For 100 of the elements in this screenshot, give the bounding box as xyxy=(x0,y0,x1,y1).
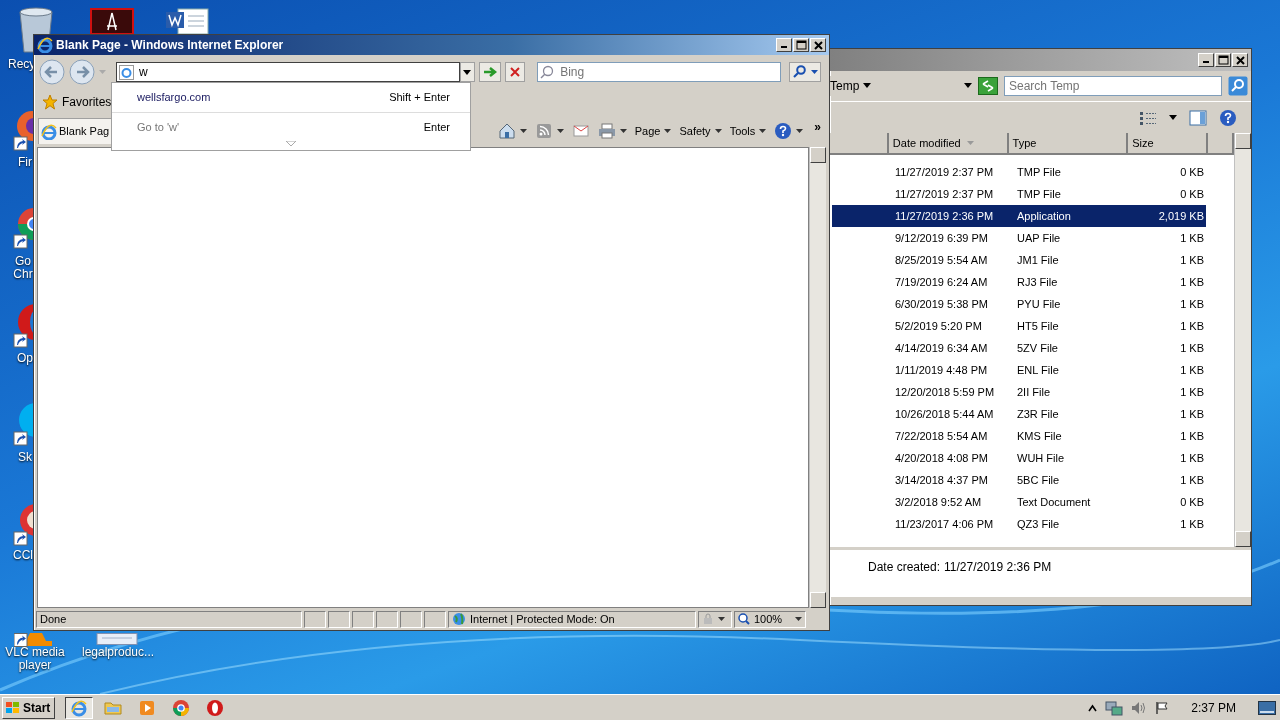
file-row[interactable]: 8/25/2019 5:54 AM JM1 File 1 KB xyxy=(832,249,1206,271)
file-row[interactable]: 4/14/2019 6:34 AM 5ZV File 1 KB xyxy=(832,337,1206,359)
date-cell-text: 11/27/2019 2:37 PM xyxy=(894,186,995,202)
start-button[interactable]: Start xyxy=(2,696,56,719)
status-pane xyxy=(304,610,326,628)
scroll-up-button[interactable] xyxy=(810,147,826,163)
volume-icon[interactable] xyxy=(1131,700,1148,715)
zoom-icon xyxy=(738,613,750,625)
column-header[interactable]: Size xyxy=(1128,133,1209,153)
minimize-button[interactable] xyxy=(776,38,792,52)
file-row[interactable]: 7/22/2018 5:54 AM KMS File 1 KB xyxy=(832,425,1206,447)
status-pane xyxy=(400,610,422,628)
stop-button[interactable] xyxy=(505,62,526,82)
scroll-down-button[interactable] xyxy=(810,592,826,608)
browser-tab[interactable]: Blank Pag xyxy=(38,118,113,144)
date-cell-text: 9/12/2019 6:39 PM xyxy=(894,230,989,246)
search-field[interactable]: Search Temp xyxy=(1004,76,1222,96)
search-field[interactable]: Bing xyxy=(537,62,781,82)
column-header[interactable]: Type xyxy=(1008,133,1129,153)
file-row[interactable]: 11/27/2019 2:37 PM TMP File 0 KB xyxy=(832,161,1206,183)
date-cell-text: 7/22/2018 5:54 AM xyxy=(894,428,989,444)
file-row[interactable]: 3/14/2018 4:37 PM 5BC File 1 KB xyxy=(832,469,1206,491)
size-cell-text: 0 KB xyxy=(1179,164,1204,180)
zoom-button[interactable]: 100% xyxy=(734,610,806,628)
size-cell-text: 1 KB xyxy=(1179,274,1204,290)
caret-icon xyxy=(463,69,472,75)
file-row[interactable]: 11/23/2017 4:06 PM QZ3 File 1 KB xyxy=(832,513,1206,535)
scrollbar[interactable] xyxy=(809,147,826,608)
go-to-item[interactable]: Go to 'w' xyxy=(137,118,180,136)
scrollbar[interactable] xyxy=(1234,133,1251,547)
help-icon[interactable] xyxy=(1219,108,1237,127)
type-cell-text: PYU File xyxy=(1016,296,1062,312)
flag-icon[interactable] xyxy=(1155,700,1170,715)
file-row[interactable]: 12/20/2018 5:59 PM 2II File 1 KB xyxy=(832,381,1206,403)
caret-icon xyxy=(718,616,725,622)
caret-icon xyxy=(795,616,802,622)
scroll-up-button[interactable] xyxy=(1235,133,1251,149)
search-button[interactable] xyxy=(789,62,821,82)
back-button-icon[interactable] xyxy=(39,59,65,85)
preview-pane-icon[interactable] xyxy=(1189,109,1207,126)
breadcrumb-item[interactable]: Temp xyxy=(830,77,860,95)
desktop-icon-label: Op xyxy=(16,352,34,365)
file-row[interactable]: 11/27/2019 2:37 PM TMP File 0 KB xyxy=(832,183,1206,205)
caret-icon[interactable] xyxy=(1169,114,1177,121)
file-row[interactable]: 1/11/2019 4:48 PM ENL File 1 KB xyxy=(832,359,1206,381)
caret-icon[interactable] xyxy=(863,83,872,89)
caret-icon xyxy=(796,128,804,134)
status-pane xyxy=(424,610,446,628)
view-options-icon[interactable] xyxy=(1139,109,1157,126)
network-icon[interactable] xyxy=(1105,699,1124,716)
forward-button-icon[interactable] xyxy=(69,59,95,85)
file-row[interactable]: 3/2/2018 9:52 AM Text Document 0 KB xyxy=(832,491,1206,513)
word-document-icon[interactable] xyxy=(164,8,210,34)
minimize-icon xyxy=(781,46,787,48)
mail-button[interactable] xyxy=(570,122,591,140)
document-icon[interactable] xyxy=(96,633,138,645)
type-cell-text: RJ3 File xyxy=(1016,274,1059,290)
maximize-icon xyxy=(794,39,808,51)
type-cell-text: HT5 File xyxy=(1016,318,1060,334)
overflow-button[interactable]: » xyxy=(810,118,825,136)
close-button[interactable] xyxy=(810,38,826,52)
size-cell-text: 1 KB xyxy=(1179,296,1204,312)
dropdown-caret-icon[interactable] xyxy=(964,83,972,89)
show-desktop-icon[interactable] xyxy=(1258,700,1276,715)
file-row[interactable]: 11/27/2019 2:36 PM Application 2,019 KB xyxy=(832,205,1206,227)
file-row[interactable]: 5/2/2019 5:20 PM HT5 File 1 KB xyxy=(832,315,1206,337)
chevron-up-icon[interactable] xyxy=(1088,703,1098,712)
menu-button[interactable]: Page xyxy=(633,122,673,140)
search-icon xyxy=(540,65,555,79)
menu-button[interactable]: Safety xyxy=(678,122,723,140)
caret-icon xyxy=(556,128,564,134)
search-icon[interactable] xyxy=(1228,76,1248,96)
pdf-file-icon[interactable] xyxy=(90,8,134,34)
date-cell-text: 5/2/2019 5:20 PM xyxy=(894,318,983,334)
scroll-down-button[interactable] xyxy=(1235,531,1251,547)
favorites-button[interactable]: Favorites xyxy=(40,93,114,111)
lock-icon xyxy=(702,613,714,625)
column-header[interactable]: Date modified xyxy=(888,133,1009,153)
help-button[interactable] xyxy=(773,122,805,140)
security-zone[interactable]: Internet | Protected Mode: On xyxy=(448,610,696,628)
type-cell-text: JM1 File xyxy=(1016,252,1060,268)
feed-icon xyxy=(534,122,553,140)
protected-mode-button[interactable] xyxy=(698,610,732,628)
caret-icon xyxy=(811,69,818,75)
menu-button[interactable]: Tools xyxy=(728,122,768,140)
file-row[interactable]: 7/19/2019 6:24 AM RJ3 File 1 KB xyxy=(832,271,1206,293)
desktop-icon-label: Go Chr xyxy=(12,255,34,281)
date-cell-text: 1/11/2019 4:48 PM xyxy=(894,362,989,378)
suggestion-item[interactable]: wellsfargo.com xyxy=(137,89,211,106)
maximize-button[interactable] xyxy=(793,38,809,52)
refresh-icon[interactable] xyxy=(978,77,998,95)
file-row[interactable]: 10/26/2018 5:44 AM Z3R File 1 KB xyxy=(832,403,1206,425)
file-row[interactable]: 9/12/2019 6:39 PM UAP File 1 KB xyxy=(832,227,1206,249)
file-row[interactable]: 6/30/2019 5:38 PM PYU File 1 KB xyxy=(832,293,1206,315)
address-field[interactable]: w xyxy=(116,62,460,82)
taskbar-button[interactable] xyxy=(65,696,94,719)
home-button[interactable] xyxy=(496,122,528,140)
address-bar[interactable]: Temp xyxy=(830,76,972,96)
file-row[interactable]: 4/20/2018 4:08 PM WUH File 1 KB xyxy=(832,447,1206,469)
print-button[interactable] xyxy=(596,122,628,140)
